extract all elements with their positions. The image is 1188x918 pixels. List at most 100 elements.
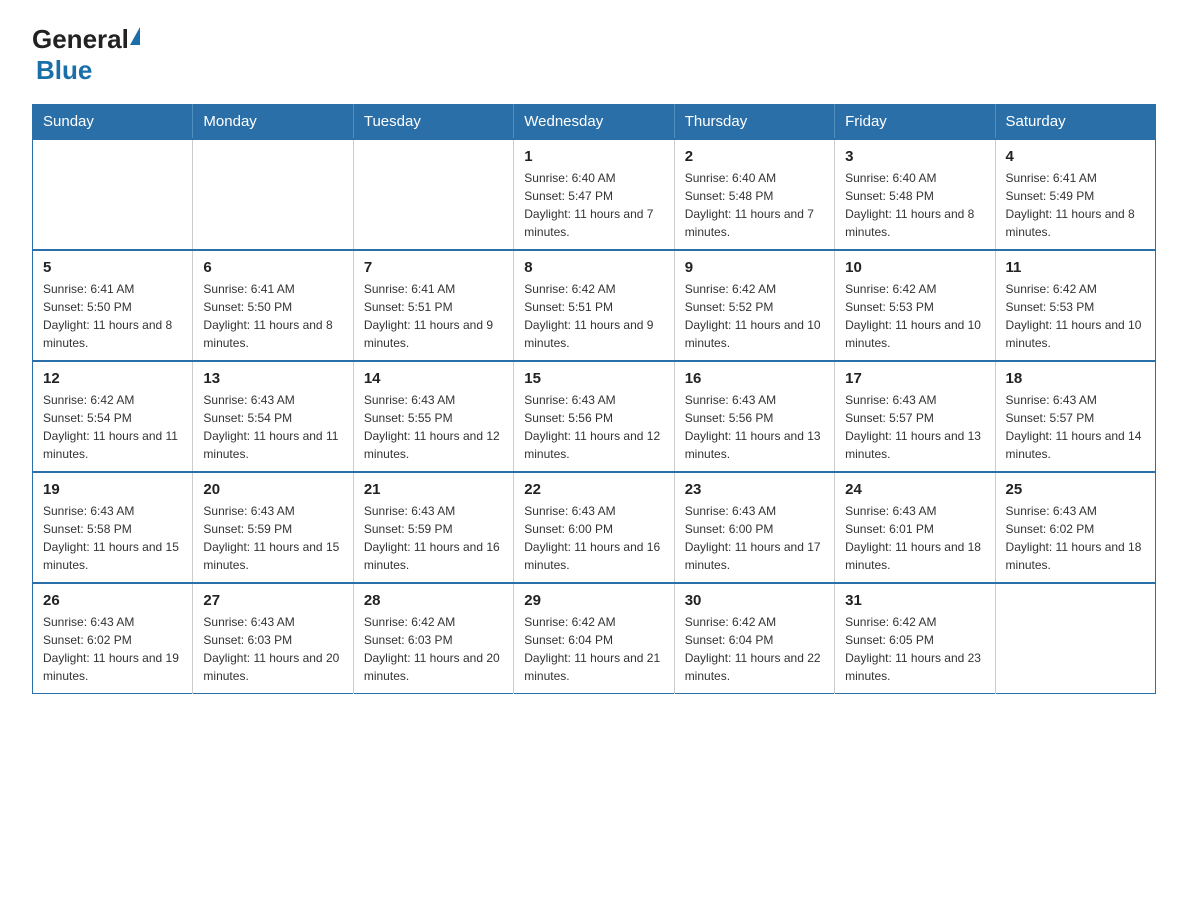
calendar-day-31: 31 Sunrise: 6:42 AM Sunset: 6:05 PM Dayli…	[835, 583, 995, 694]
calendar-day-10: 10 Sunrise: 6:42 AM Sunset: 5:53 PM Dayli…	[835, 250, 995, 361]
day-number: 9	[685, 259, 824, 276]
day-number: 22	[524, 481, 663, 498]
day-info: Sunrise: 6:42 AM Sunset: 5:53 PM Dayligh…	[1006, 280, 1145, 352]
calendar-week-row: 1Sunrise: 6:40 AM Sunset: 5:47 PM Daylig…	[33, 139, 1156, 250]
day-number: 2	[685, 148, 824, 165]
day-number: 16	[685, 370, 824, 387]
logo-triangle-icon	[130, 27, 140, 45]
day-number: 15	[524, 370, 663, 387]
calendar-day-19: 19Sunrise: 6:43 AM Sunset: 5:58 PM Dayli…	[33, 472, 193, 583]
day-number: 17	[845, 370, 984, 387]
calendar-table: SundayMondayTuesdayWednesdayThursdayFrid…	[32, 104, 1156, 694]
day-info: Sunrise: 6:43 AM Sunset: 5:55 PM Dayligh…	[364, 391, 503, 463]
calendar-day-17: 17 Sunrise: 6:43 AM Sunset: 5:57 PM Dayli…	[835, 361, 995, 472]
day-number: 1	[524, 148, 663, 165]
calendar-day-23: 23 Sunrise: 6:43 AM Sunset: 6:00 PM Dayli…	[674, 472, 834, 583]
day-number: 24	[845, 481, 984, 498]
calendar-header-tuesday: Tuesday	[353, 105, 513, 140]
calendar-day-15: 15 Sunrise: 6:43 AM Sunset: 5:56 PM Dayli…	[514, 361, 674, 472]
day-info: Sunrise: 6:42 AM Sunset: 6:03 PM Dayligh…	[364, 613, 503, 685]
calendar-day-4: 4 Sunrise: 6:41 AM Sunset: 5:49 PM Daylig…	[995, 139, 1155, 250]
calendar-day-16: 16 Sunrise: 6:43 AM Sunset: 5:56 PM Dayli…	[674, 361, 834, 472]
calendar-day-8: 8 Sunrise: 6:42 AM Sunset: 5:51 PM Daylig…	[514, 250, 674, 361]
day-info: Sunrise: 6:43 AM Sunset: 5:59 PM Dayligh…	[364, 502, 503, 574]
day-info: Sunrise: 6:42 AM Sunset: 6:04 PM Dayligh…	[524, 613, 663, 685]
calendar-week-row: 19Sunrise: 6:43 AM Sunset: 5:58 PM Dayli…	[33, 472, 1156, 583]
day-number: 29	[524, 592, 663, 609]
day-number: 18	[1006, 370, 1145, 387]
calendar-day-11: 11 Sunrise: 6:42 AM Sunset: 5:53 PM Dayli…	[995, 250, 1155, 361]
day-info: Sunrise: 6:43 AM Sunset: 5:57 PM Dayligh…	[845, 391, 984, 463]
day-number: 25	[1006, 481, 1145, 498]
day-info: Sunrise: 6:43 AM Sunset: 5:59 PM Dayligh…	[203, 502, 342, 574]
day-info: Sunrise: 6:43 AM Sunset: 6:02 PM Dayligh…	[43, 613, 182, 685]
calendar-header-thursday: Thursday	[674, 105, 834, 140]
day-info: Sunrise: 6:43 AM Sunset: 6:00 PM Dayligh…	[524, 502, 663, 574]
calendar-header-friday: Friday	[835, 105, 995, 140]
day-number: 10	[845, 259, 984, 276]
day-number: 30	[685, 592, 824, 609]
day-info: Sunrise: 6:40 AM Sunset: 5:48 PM Dayligh…	[845, 169, 984, 241]
calendar-day-21: 21 Sunrise: 6:43 AM Sunset: 5:59 PM Dayli…	[353, 472, 513, 583]
logo-blue-text: Blue	[36, 55, 92, 86]
day-number: 4	[1006, 148, 1145, 165]
calendar-week-row: 12 Sunrise: 6:42 AM Sunset: 5:54 PM Dayli…	[33, 361, 1156, 472]
calendar-day-18: 18 Sunrise: 6:43 AM Sunset: 5:57 PM Dayli…	[995, 361, 1155, 472]
day-info: Sunrise: 6:41 AM Sunset: 5:49 PM Dayligh…	[1006, 169, 1145, 241]
calendar-day-28: 28Sunrise: 6:42 AM Sunset: 6:03 PM Dayli…	[353, 583, 513, 694]
calendar-week-row: 26Sunrise: 6:43 AM Sunset: 6:02 PM Dayli…	[33, 583, 1156, 694]
day-number: 5	[43, 259, 182, 276]
day-info: Sunrise: 6:43 AM Sunset: 5:56 PM Dayligh…	[524, 391, 663, 463]
day-info: Sunrise: 6:42 AM Sunset: 5:54 PM Dayligh…	[43, 391, 182, 463]
calendar-empty-cell	[995, 583, 1155, 694]
calendar-day-25: 25 Sunrise: 6:43 AM Sunset: 6:02 PM Dayli…	[995, 472, 1155, 583]
day-number: 21	[364, 481, 503, 498]
logo: General Blue	[32, 24, 140, 86]
calendar-header-wednesday: Wednesday	[514, 105, 674, 140]
calendar-day-14: 14 Sunrise: 6:43 AM Sunset: 5:55 PM Dayli…	[353, 361, 513, 472]
calendar-header-saturday: Saturday	[995, 105, 1155, 140]
calendar-header-monday: Monday	[193, 105, 353, 140]
day-info: Sunrise: 6:43 AM Sunset: 6:02 PM Dayligh…	[1006, 502, 1145, 574]
day-info: Sunrise: 6:43 AM Sunset: 5:54 PM Dayligh…	[203, 391, 342, 463]
day-info: Sunrise: 6:42 AM Sunset: 5:52 PM Dayligh…	[685, 280, 824, 352]
day-number: 3	[845, 148, 984, 165]
calendar-day-30: 30 Sunrise: 6:42 AM Sunset: 6:04 PM Dayli…	[674, 583, 834, 694]
day-number: 13	[203, 370, 342, 387]
day-number: 14	[364, 370, 503, 387]
day-number: 20	[203, 481, 342, 498]
calendar-day-2: 2Sunrise: 6:40 AM Sunset: 5:48 PM Daylig…	[674, 139, 834, 250]
page-header: General Blue	[32, 24, 1156, 86]
day-number: 8	[524, 259, 663, 276]
day-info: Sunrise: 6:41 AM Sunset: 5:50 PM Dayligh…	[43, 280, 182, 352]
calendar-day-7: 7 Sunrise: 6:41 AM Sunset: 5:51 PM Daylig…	[353, 250, 513, 361]
day-info: Sunrise: 6:41 AM Sunset: 5:51 PM Dayligh…	[364, 280, 503, 352]
day-number: 23	[685, 481, 824, 498]
calendar-empty-cell	[33, 139, 193, 250]
calendar-week-row: 5 Sunrise: 6:41 AM Sunset: 5:50 PM Daylig…	[33, 250, 1156, 361]
calendar-day-13: 13 Sunrise: 6:43 AM Sunset: 5:54 PM Dayli…	[193, 361, 353, 472]
calendar-day-26: 26Sunrise: 6:43 AM Sunset: 6:02 PM Dayli…	[33, 583, 193, 694]
calendar-empty-cell	[353, 139, 513, 250]
day-info: Sunrise: 6:43 AM Sunset: 5:56 PM Dayligh…	[685, 391, 824, 463]
calendar-day-29: 29 Sunrise: 6:42 AM Sunset: 6:04 PM Dayli…	[514, 583, 674, 694]
calendar-day-3: 3 Sunrise: 6:40 AM Sunset: 5:48 PM Daylig…	[835, 139, 995, 250]
calendar-day-1: 1Sunrise: 6:40 AM Sunset: 5:47 PM Daylig…	[514, 139, 674, 250]
day-number: 7	[364, 259, 503, 276]
calendar-day-6: 6 Sunrise: 6:41 AM Sunset: 5:50 PM Daylig…	[193, 250, 353, 361]
calendar-day-27: 27Sunrise: 6:43 AM Sunset: 6:03 PM Dayli…	[193, 583, 353, 694]
day-number: 31	[845, 592, 984, 609]
day-info: Sunrise: 6:43 AM Sunset: 6:03 PM Dayligh…	[203, 613, 342, 685]
day-info: Sunrise: 6:42 AM Sunset: 6:04 PM Dayligh…	[685, 613, 824, 685]
day-info: Sunrise: 6:42 AM Sunset: 5:53 PM Dayligh…	[845, 280, 984, 352]
day-number: 12	[43, 370, 182, 387]
day-info: Sunrise: 6:43 AM Sunset: 6:00 PM Dayligh…	[685, 502, 824, 574]
day-number: 19	[43, 481, 182, 498]
day-number: 11	[1006, 259, 1145, 276]
day-info: Sunrise: 6:43 AM Sunset: 5:57 PM Dayligh…	[1006, 391, 1145, 463]
day-number: 6	[203, 259, 342, 276]
calendar-day-5: 5 Sunrise: 6:41 AM Sunset: 5:50 PM Daylig…	[33, 250, 193, 361]
day-info: Sunrise: 6:42 AM Sunset: 5:51 PM Dayligh…	[524, 280, 663, 352]
day-info: Sunrise: 6:42 AM Sunset: 6:05 PM Dayligh…	[845, 613, 984, 685]
day-info: Sunrise: 6:41 AM Sunset: 5:50 PM Dayligh…	[203, 280, 342, 352]
